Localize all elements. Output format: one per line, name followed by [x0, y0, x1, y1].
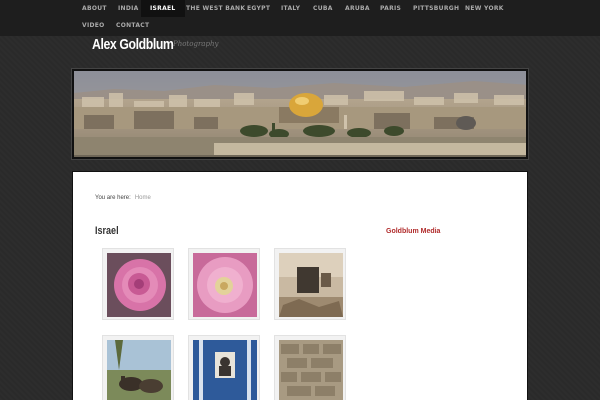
- gallery-thumb-2[interactable]: [188, 248, 260, 320]
- blue-door-portrait-photo: [193, 340, 257, 400]
- gallery-thumb-4[interactable]: [102, 335, 174, 400]
- stone-wall-photo: [279, 340, 343, 400]
- nav-item-contact[interactable]: CONTACT: [107, 17, 158, 34]
- site-tagline: Photography: [173, 40, 219, 48]
- main-content: You are here: Home Israel Goldblum Media: [72, 171, 528, 400]
- pink-rose-photo: [107, 253, 171, 317]
- top-navigation: ABOUT INDIA ISRAEL THE WEST BANK EGYPT I…: [0, 0, 600, 36]
- breadcrumb-prefix: You are here:: [95, 195, 131, 201]
- breadcrumb: You are here: Home: [95, 195, 151, 201]
- sidebar-title: Goldblum Media: [386, 228, 441, 235]
- gallery-thumb-3[interactable]: [274, 248, 346, 320]
- page-title: Israel: [95, 225, 119, 237]
- site-title[interactable]: Alex Goldblum: [92, 36, 174, 56]
- ruined-interior-photo: [279, 253, 343, 317]
- gallery-thumb-6[interactable]: [274, 335, 346, 400]
- pink-rose-closeup-photo: [193, 253, 257, 317]
- gallery-thumb-5[interactable]: [188, 335, 260, 400]
- nav-item-new-york[interactable]: NEW YORK: [456, 0, 513, 17]
- jerusalem-skyline-photo: [74, 71, 526, 157]
- gallery-thumb-1[interactable]: [102, 248, 174, 320]
- donkeys-photo: [107, 340, 171, 400]
- breadcrumb-home-link[interactable]: Home: [135, 195, 151, 201]
- header-banner-image: [72, 69, 528, 159]
